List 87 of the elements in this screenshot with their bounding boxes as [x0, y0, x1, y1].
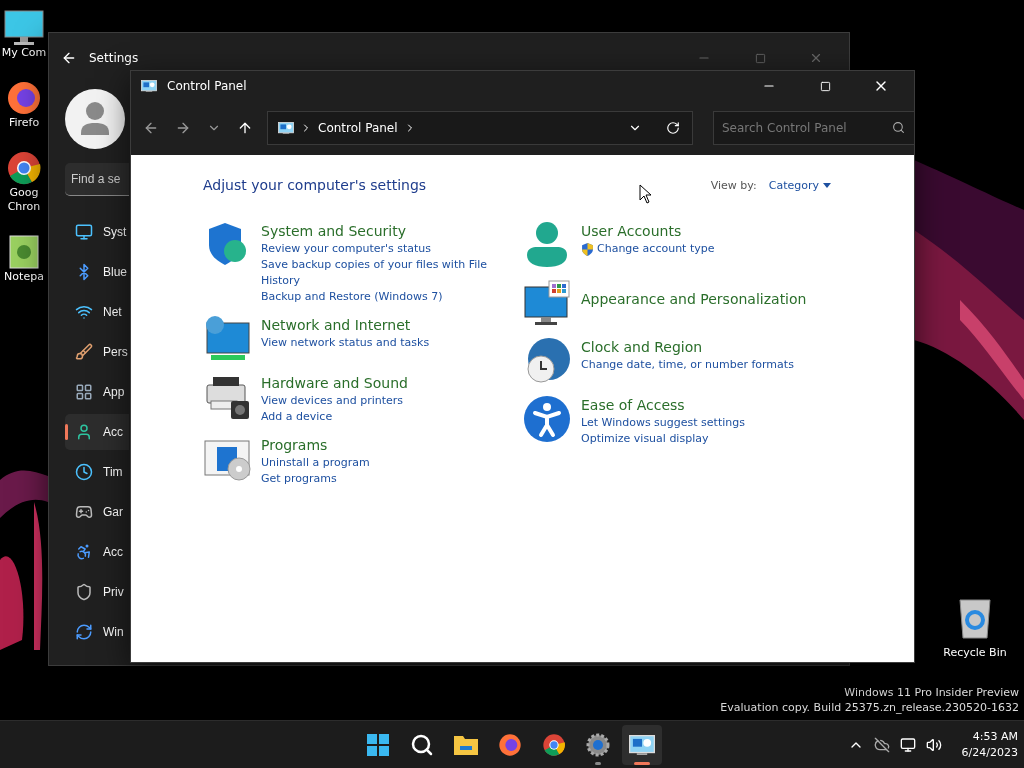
breadcrumb-item[interactable]: Control Panel [318, 121, 398, 135]
search-icon [892, 121, 905, 134]
category-link[interactable]: View network status and tasks [261, 335, 430, 351]
page-heading: Adjust your computer's settings [203, 177, 428, 193]
search-icon [410, 733, 434, 757]
firefox-icon [6, 80, 42, 116]
category-link[interactable]: Let Windows suggest settings [581, 415, 745, 431]
desktop-icon-label[interactable]: Recycle Bin [943, 646, 1007, 659]
category-link[interactable]: Get programs [261, 471, 337, 487]
nav-item[interactable]: Win [65, 614, 129, 650]
maximize-icon [754, 52, 766, 64]
view-by-dropdown[interactable]: Category [768, 178, 831, 192]
close-icon [809, 51, 823, 65]
desktop-icon-label[interactable]: Notepa [1, 270, 47, 284]
update-icon [75, 623, 93, 641]
category-link[interactable]: Optimize visual display [581, 431, 709, 447]
build-info-text: Windows 11 Pro Insider Preview [844, 685, 1019, 700]
search-field[interactable]: Find a se [65, 163, 129, 196]
category-title[interactable]: Network and Internet [261, 315, 430, 335]
start-icon [366, 733, 390, 757]
desktop-icon-label[interactable]: My Com [1, 46, 47, 60]
refresh-button[interactable] [664, 119, 682, 137]
computer-icon [4, 10, 44, 46]
avatar [65, 89, 125, 149]
desktop-icon-label[interactable]: Goog Chron [1, 186, 47, 214]
desktop-icon-label[interactable]: Firefo [1, 116, 47, 130]
category-title[interactable]: System and Security [261, 221, 491, 241]
category-link[interactable]: Backup and Restore (Windows 7) [261, 289, 443, 305]
control-panel-icon [278, 121, 294, 135]
accessibility-icon [523, 395, 571, 443]
category-title[interactable]: Appearance and Personalization [581, 279, 807, 319]
category-link[interactable]: Save backup copies of your files with File History [261, 257, 491, 289]
recycle-bin-icon [958, 598, 992, 640]
nav-item[interactable]: Acc [65, 414, 129, 450]
clock-icon [75, 463, 93, 481]
notepad-icon [8, 234, 40, 270]
nav-item[interactable]: Syst [65, 214, 129, 250]
category-title[interactable]: Programs [261, 435, 370, 455]
user-icon [75, 423, 93, 441]
search-field[interactable]: Search Control Panel [713, 111, 915, 145]
firefox-icon [498, 733, 522, 757]
window-title: Control Panel [167, 79, 248, 93]
network-monitor-icon [203, 315, 251, 363]
control-panel-icon [141, 79, 157, 93]
category-link[interactable]: Change date, time, or number formats [581, 357, 794, 373]
network-icon[interactable] [899, 737, 916, 753]
category-link[interactable]: Change account type [597, 241, 715, 257]
monitor-icon [75, 223, 93, 241]
category-title[interactable]: User Accounts [581, 221, 715, 241]
nav-item[interactable]: App [65, 374, 129, 410]
taskbar-button[interactable] [622, 725, 662, 765]
view-by-label: View by: [710, 178, 757, 192]
chrome-icon [6, 150, 42, 186]
nav-item[interactable]: Gar [65, 494, 129, 530]
dropdown-caret-icon [823, 182, 831, 188]
nav-item[interactable]: Net [65, 294, 129, 330]
clock[interactable]: 4:53 AM 6/24/2023 [961, 729, 1018, 761]
category-link[interactable]: Review your computer's status [261, 241, 432, 257]
nav-item[interactable]: Priv [65, 574, 129, 610]
maximize-icon [819, 80, 831, 92]
build-info-text: Evaluation copy. Build 25375.zn_release.230520-1632 [720, 700, 1019, 715]
volume-icon[interactable] [925, 737, 942, 753]
window-title: Settings [89, 51, 140, 65]
address-bar[interactable]: Control Panel [267, 111, 693, 145]
chrome-icon [542, 733, 566, 757]
gamepad-icon [75, 503, 93, 521]
nav-item[interactable]: Acc [65, 534, 129, 570]
brush-icon [75, 343, 93, 361]
nav-item[interactable]: Tim [65, 454, 129, 490]
folder-icon [453, 734, 479, 756]
wifi-icon [75, 303, 93, 321]
gear-icon [586, 733, 610, 757]
accessibility-icon [75, 543, 93, 561]
category-link[interactable]: Add a device [261, 409, 333, 425]
category-title[interactable]: Hardware and Sound [261, 373, 408, 393]
category-title[interactable]: Clock and Region [581, 337, 794, 357]
cursor-icon [639, 184, 652, 204]
apps-icon [75, 383, 93, 401]
monitor-icon [523, 279, 571, 327]
category-link[interactable]: View devices and printers [261, 393, 404, 409]
shield-icon [75, 583, 93, 601]
cloud-icon[interactable] [873, 737, 890, 753]
control-panel-icon [629, 734, 655, 756]
category-title[interactable]: Ease of Access [581, 395, 745, 415]
nav-item[interactable]: Pers [65, 334, 129, 370]
nav-item[interactable]: Blue [65, 254, 129, 290]
category-link[interactable]: Uninstall a program [261, 455, 370, 471]
